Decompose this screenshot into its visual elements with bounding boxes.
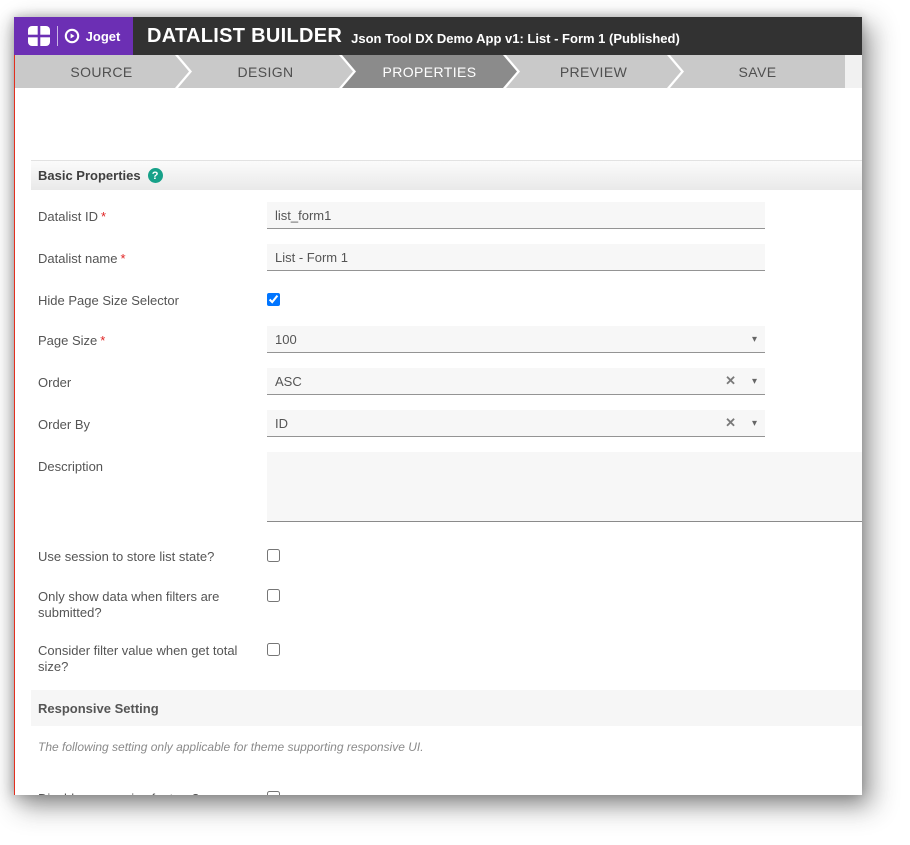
- title-area: DATALIST BUILDER Json Tool DX Demo App v…: [133, 17, 862, 55]
- form-row-only-show-data: Only show data when filters are submitte…: [38, 582, 862, 621]
- field-label: Order By: [38, 417, 91, 432]
- select-value: ASC: [275, 373, 302, 389]
- field-label: Only show data when filters are submitte…: [38, 589, 220, 620]
- order-by-select[interactable]: ID ✕ ▾: [267, 410, 765, 437]
- field-label: Datalist ID: [38, 209, 98, 224]
- field-label: Page Size: [38, 333, 98, 348]
- form-row-page-size: Page Size * 100 ▾: [38, 326, 862, 353]
- field-label: Description: [38, 459, 104, 474]
- caret-down-icon[interactable]: ▾: [752, 334, 757, 345]
- clear-icon[interactable]: ✕: [725, 415, 736, 431]
- tab-source[interactable]: SOURCE: [14, 55, 189, 88]
- form-row-consider-filter-value: Consider filter value when get total siz…: [38, 636, 862, 675]
- datalist-id-input[interactable]: [267, 202, 765, 229]
- field-label: Hide Page Size Selector: [38, 293, 179, 308]
- brand-label: Joget: [85, 28, 121, 44]
- left-edge-accent: [14, 55, 15, 795]
- builder-title: DATALIST BUILDER: [147, 24, 343, 47]
- caret-down-icon[interactable]: ▾: [752, 376, 757, 387]
- form-row-datalist-id: Datalist ID *: [38, 202, 862, 229]
- datalist-name-input[interactable]: [267, 244, 765, 271]
- builder-subtitle: Json Tool DX Demo App v1: List - Form 1 …: [351, 30, 680, 46]
- builder-step-tabs: SOURCE DESIGN PROPERTIES PREVIEW SAVE: [14, 55, 862, 88]
- top-spacer: [14, 88, 862, 160]
- form-row-hide-page-size-selector: Hide Page Size Selector: [38, 286, 862, 311]
- app-header: Joget DATALIST BUILDER Json Tool DX Demo…: [14, 17, 862, 55]
- tab-properties[interactable]: PROPERTIES: [342, 55, 517, 88]
- caret-down-icon[interactable]: ▾: [752, 418, 757, 429]
- page-size-select[interactable]: 100 ▾: [267, 326, 765, 353]
- use-session-checkbox[interactable]: [267, 549, 280, 562]
- disable-responsive-checkbox[interactable]: [267, 791, 280, 795]
- field-label: Order: [38, 375, 72, 390]
- field-label: Consider filter value when get total siz…: [38, 643, 238, 674]
- form-row-order: Order ASC ✕ ▾: [38, 368, 862, 395]
- hide-page-size-selector-checkbox[interactable]: [267, 293, 280, 306]
- field-label: Use session to store list state?: [38, 549, 215, 564]
- tab-save[interactable]: SAVE: [670, 55, 845, 88]
- brand-divider: [56, 26, 58, 46]
- field-label: Disable responsive feature?: [38, 791, 199, 795]
- form-row-use-session: Use session to store list state?: [38, 542, 862, 567]
- app-grid-icon[interactable]: [27, 24, 51, 48]
- description-textarea[interactable]: [267, 452, 862, 522]
- select-value: 100: [275, 331, 297, 347]
- form-row-description: Description: [38, 452, 862, 527]
- responsive-note: The following setting only applicable fo…: [38, 740, 424, 754]
- order-select[interactable]: ASC ✕ ▾: [267, 368, 765, 395]
- joget-logo-icon: [64, 28, 80, 44]
- help-icon[interactable]: ?: [147, 168, 163, 183]
- datalist-builder-window: Joget DATALIST BUILDER Json Tool DX Demo…: [14, 17, 862, 795]
- form-row-order-by: Order By ID ✕ ▾: [38, 410, 862, 437]
- consider-filter-value-checkbox[interactable]: [267, 643, 280, 656]
- clear-icon[interactable]: ✕: [725, 373, 736, 389]
- responsive-form: Disable responsive feature?: [14, 754, 862, 795]
- required-asterisk: *: [100, 209, 107, 224]
- tab-preview[interactable]: PREVIEW: [506, 55, 681, 88]
- required-asterisk: *: [100, 333, 106, 348]
- section-title: Basic Properties: [38, 168, 141, 183]
- form-row-datalist-name: Datalist name *: [38, 244, 862, 271]
- required-asterisk: *: [120, 251, 126, 266]
- tab-design[interactable]: DESIGN: [178, 55, 353, 88]
- form-row-disable-responsive: Disable responsive feature?: [38, 784, 862, 795]
- basic-properties-form: Datalist ID* Datalist name* Hide Page Si…: [14, 190, 862, 675]
- joget-brand-block[interactable]: Joget: [14, 17, 133, 55]
- section-title: Responsive Setting: [38, 700, 159, 716]
- only-show-data-checkbox[interactable]: [267, 589, 280, 602]
- field-label: Datalist name: [38, 251, 118, 266]
- section-header-responsive-setting: Responsive Setting: [31, 690, 862, 726]
- section-header-basic-properties: Basic Properties ?: [31, 160, 862, 190]
- vertical-scrollbar[interactable]: [845, 55, 862, 88]
- select-value: ID: [275, 415, 288, 431]
